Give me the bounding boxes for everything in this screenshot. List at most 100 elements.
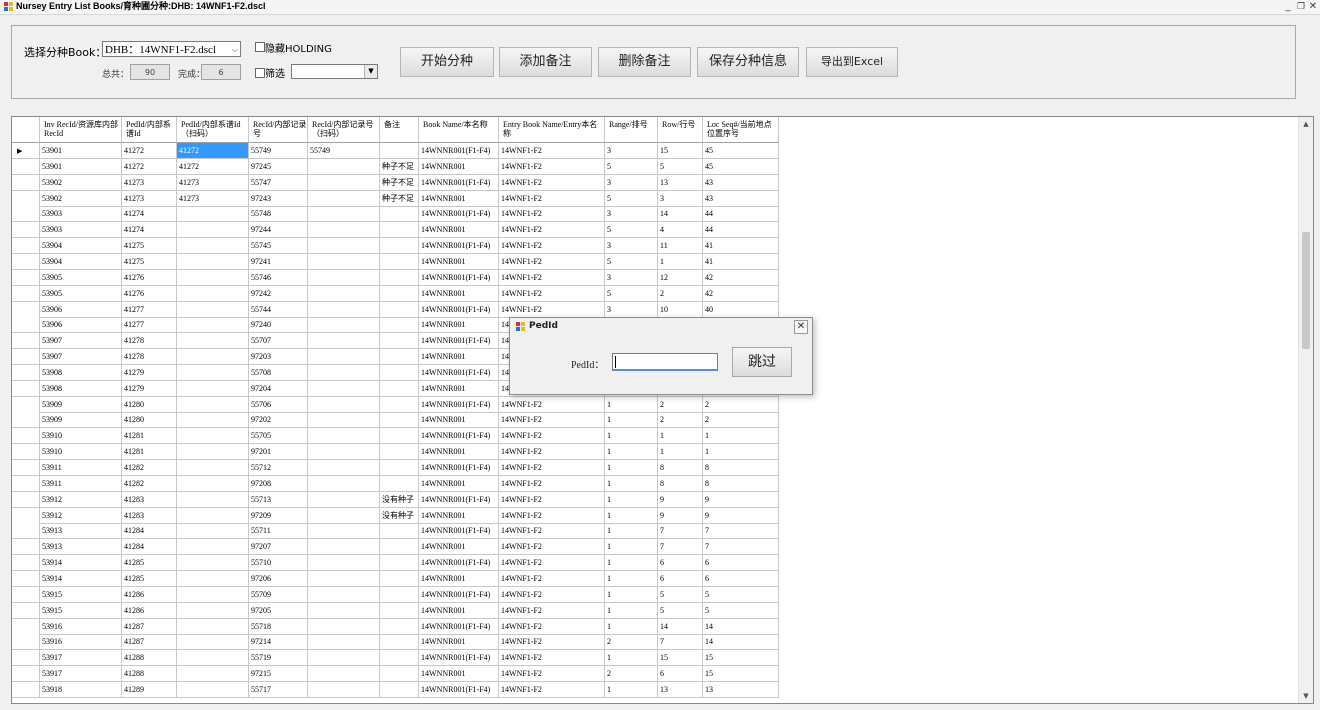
table-cell[interactable]: 41287: [122, 618, 177, 635]
row-header[interactable]: [12, 539, 40, 556]
table-cell[interactable]: 14WNNR001: [419, 570, 499, 587]
row-header[interactable]: [12, 380, 40, 397]
scroll-down-icon[interactable]: ▼: [1299, 689, 1313, 703]
table-cell[interactable]: 14WNF1-F2: [499, 301, 605, 318]
table-cell[interactable]: 5: [703, 602, 779, 619]
table-cell[interactable]: 2: [703, 412, 779, 429]
table-cell[interactable]: 55708: [249, 364, 308, 381]
table-cell[interactable]: 14WNNR001(F1-F4): [419, 206, 499, 223]
table-cell[interactable]: 14WNF1-F2: [499, 586, 605, 603]
table-cell[interactable]: 53902: [40, 190, 122, 207]
table-cell[interactable]: 14WNNR001(F1-F4): [419, 333, 499, 350]
table-cell[interactable]: [177, 317, 249, 334]
table-cell[interactable]: [308, 523, 380, 540]
table-row[interactable]: 53902 41273 41273 97243 种子不足 14WNNR001 14WNF1-…: [12, 190, 779, 207]
table-row[interactable]: 53914 41285 55710 14WNNR001(F1-F4) 14WNF1-F2…: [12, 555, 779, 572]
table-cell[interactable]: 14: [658, 206, 703, 223]
table-cell[interactable]: 14WNNR001(F1-F4): [419, 650, 499, 667]
table-row[interactable]: 53903 41274 97244 14WNNR001 14WNF1-F2 5 4 44: [12, 222, 779, 239]
table-cell[interactable]: 41276: [122, 285, 177, 302]
table-row[interactable]: 53910 41281 97201 14WNNR001 14WNF1-F2 1 1 1: [12, 444, 779, 461]
table-cell[interactable]: 14WNNR001: [419, 475, 499, 492]
table-cell[interactable]: 53911: [40, 460, 122, 476]
table-cell[interactable]: 55747: [249, 174, 308, 191]
table-cell[interactable]: [177, 460, 249, 476]
table-cell[interactable]: [380, 380, 419, 397]
table-cell[interactable]: [177, 364, 249, 381]
table-cell[interactable]: [177, 253, 249, 270]
table-cell[interactable]: 6: [703, 555, 779, 572]
table-cell[interactable]: [308, 491, 380, 508]
table-cell[interactable]: 97244: [249, 222, 308, 239]
col-note-header[interactable]: 备注: [380, 117, 419, 143]
table-cell[interactable]: [308, 349, 380, 366]
table-cell[interactable]: 14WNNR001(F1-F4): [419, 238, 499, 255]
table-cell[interactable]: 41285: [122, 570, 177, 587]
table-cell[interactable]: [380, 396, 419, 413]
table-cell[interactable]: 14WNNR001: [419, 634, 499, 651]
table-cell[interactable]: 55706: [249, 396, 308, 413]
table-cell[interactable]: 41274: [122, 222, 177, 239]
table-cell[interactable]: [177, 349, 249, 366]
table-cell[interactable]: 7: [703, 523, 779, 540]
table-cell[interactable]: [177, 586, 249, 603]
row-header[interactable]: [12, 222, 40, 239]
table-cell[interactable]: 97205: [249, 602, 308, 619]
table-cell[interactable]: [177, 333, 249, 350]
table-cell[interactable]: 97202: [249, 412, 308, 429]
table-cell[interactable]: 55707: [249, 333, 308, 350]
table-cell[interactable]: 14WNF1-F2: [499, 634, 605, 651]
table-row[interactable]: 53911 41282 55712 14WNNR001(F1-F4) 14WNF1-F2…: [12, 460, 779, 476]
table-row[interactable]: 53909 41280 55706 14WNNR001(F1-F4) 14WNF1-F2…: [12, 396, 779, 413]
table-cell[interactable]: 14WNNR001: [419, 412, 499, 429]
table-row[interactable]: 53916 41287 97214 14WNNR001 14WNF1-F2 2 7 14: [12, 634, 779, 651]
table-cell[interactable]: [177, 666, 249, 683]
table-cell[interactable]: [380, 301, 419, 318]
delete-note-button[interactable]: 删除备注: [598, 47, 691, 77]
table-cell[interactable]: 1: [658, 444, 703, 461]
table-cell[interactable]: 1: [605, 570, 658, 587]
table-cell[interactable]: 41281: [122, 444, 177, 461]
table-row[interactable]: 53901 41272 41272 97245 种子不足 14WNNR001 14WNF1-…: [12, 158, 779, 175]
row-header[interactable]: [12, 412, 40, 429]
book-select[interactable]: DHB：14WNF1-F2.dscl ⌵: [102, 41, 241, 57]
table-cell[interactable]: 3: [658, 190, 703, 207]
table-cell[interactable]: [177, 507, 249, 524]
table-cell[interactable]: 8: [658, 475, 703, 492]
table-cell[interactable]: 53914: [40, 570, 122, 587]
table-cell[interactable]: 42: [703, 285, 779, 302]
table-cell[interactable]: 53904: [40, 238, 122, 255]
table-cell[interactable]: 种子不足: [380, 174, 419, 191]
table-row[interactable]: 53902 41273 41273 55747 种子不足 14WNNR001(F1-F4)…: [12, 174, 779, 191]
scroll-up-icon[interactable]: ▲: [1299, 117, 1313, 131]
skip-button[interactable]: 跳过: [732, 347, 792, 377]
row-header[interactable]: [12, 602, 40, 619]
grid-corner[interactable]: [12, 117, 40, 143]
table-cell[interactable]: [308, 206, 380, 223]
row-header[interactable]: [12, 269, 40, 286]
table-row[interactable]: 53911 41282 97208 14WNNR001 14WNF1-F2 1 8 8: [12, 475, 779, 492]
table-cell[interactable]: 97203: [249, 349, 308, 366]
table-cell[interactable]: [308, 634, 380, 651]
table-cell[interactable]: 14WNF1-F2: [499, 206, 605, 223]
table-cell[interactable]: 6: [703, 570, 779, 587]
table-cell[interactable]: 14WNF1-F2: [499, 253, 605, 270]
table-cell[interactable]: [308, 269, 380, 286]
table-cell[interactable]: 9: [703, 507, 779, 524]
table-cell[interactable]: 13: [703, 681, 779, 698]
table-cell[interactable]: [308, 444, 380, 461]
table-row[interactable]: 53909 41280 97202 14WNNR001 14WNF1-F2 1 2 2: [12, 412, 779, 429]
table-cell[interactable]: 1: [605, 539, 658, 556]
table-row[interactable]: 53916 41287 55718 14WNNR001(F1-F4) 14WNF1-F2…: [12, 618, 779, 635]
table-cell[interactable]: 55745: [249, 238, 308, 255]
table-cell[interactable]: 14WNF1-F2: [499, 444, 605, 461]
table-cell[interactable]: 1: [605, 491, 658, 508]
table-cell[interactable]: [177, 206, 249, 223]
table-row[interactable]: 53903 41274 55748 14WNNR001(F1-F4) 14WNF1-F2…: [12, 206, 779, 223]
table-cell[interactable]: 14WNNR001: [419, 507, 499, 524]
table-cell[interactable]: 41273: [177, 190, 249, 207]
table-cell[interactable]: 没有种子: [380, 491, 419, 508]
table-cell[interactable]: 53912: [40, 491, 122, 508]
table-cell[interactable]: 14WNNR001: [419, 222, 499, 239]
table-cell[interactable]: 53910: [40, 428, 122, 445]
